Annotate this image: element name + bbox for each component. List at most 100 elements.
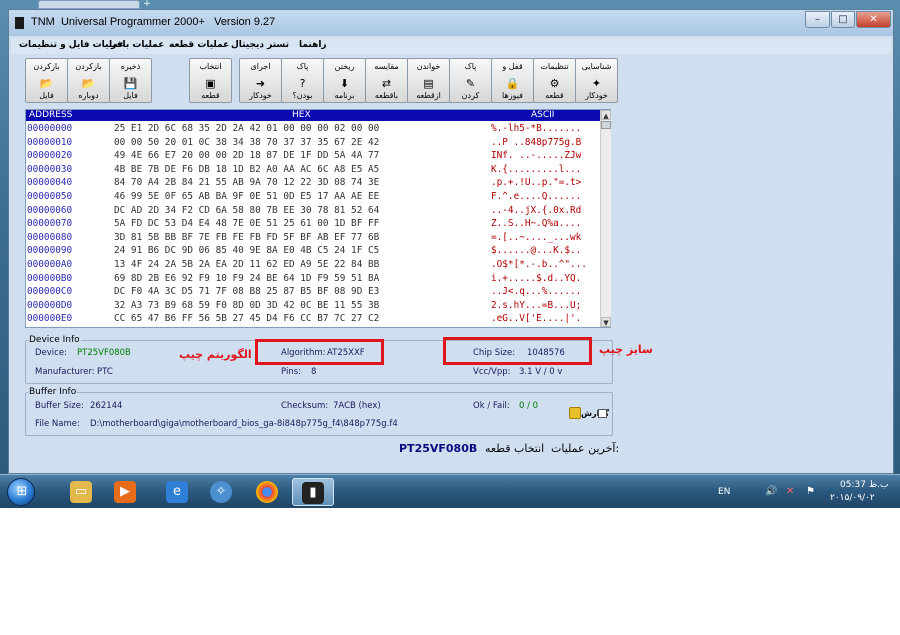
- pins-value: 8: [311, 367, 317, 377]
- ascii-text[interactable]: .p.+.!U..p."=.t>: [491, 177, 599, 189]
- hex-bytes[interactable]: 4B BE 7B DE F6 DB 18 1D B2 A0 AA AC 6C A…: [114, 164, 379, 176]
- algorithm-annotation: الگوریتم چیپ: [179, 348, 252, 361]
- ascii-text[interactable]: Z..S..H~.Q%a....: [491, 218, 599, 230]
- erase-button[interactable]: پاک ✎ کردن: [449, 58, 492, 103]
- ascii-text[interactable]: i.+.....$.d..YQ.: [491, 273, 599, 285]
- ascii-text[interactable]: K.{.........l...: [491, 164, 599, 176]
- hex-bytes[interactable]: DC F0 4A 3C D5 71 7F 08 B8 25 87 B5 BF 0…: [114, 286, 379, 298]
- hex-bytes[interactable]: 5A FD DC 53 D4 E4 48 7E 0E 51 25 61 00 1…: [114, 218, 379, 230]
- hex-bytes[interactable]: 46 99 5E 0F 65 AB BA 9F 0E 51 0D E5 17 A…: [114, 191, 379, 203]
- hex-row[interactable]: 000000C0 DC F0 4A 3C D5 71 7F 08 B8 25 87…: [26, 286, 600, 298]
- ascii-text[interactable]: ..-4..jX.{.0x.Rd: [491, 205, 599, 217]
- chip-settings-button[interactable]: تنظیمات ⚙ قطعه: [533, 58, 576, 103]
- menu-file-settings[interactable]: عملیات فایل و تنظیمات: [19, 40, 125, 50]
- hex-row[interactable]: 000000D0 32 A3 73 B9 68 59 F0 8D 0D 3D 42…: [26, 300, 600, 312]
- hex-bytes[interactable]: 49 4E 66 E7 20 00 00 2D 18 87 DE 1F DD 5…: [114, 150, 379, 162]
- program-button[interactable]: ریختن ⬇ برنامه: [323, 58, 366, 103]
- hex-row[interactable]: 00000090 24 91 B6 DC 9D 06 85 40 9E 8A E0…: [26, 245, 600, 257]
- minimize-button[interactable]: –: [805, 11, 830, 28]
- clock-time[interactable]: 05:37 ب.ظ: [840, 480, 888, 490]
- hex-row[interactable]: 000000E0 CC 65 47 B6 FF 56 5B 27 45 D4 F6…: [26, 313, 600, 325]
- auto-run-button[interactable]: اجرای ➜ خودکار: [239, 58, 282, 103]
- compare-button[interactable]: مقایسه ⇄ باقطعه: [365, 58, 408, 103]
- safari-icon[interactable]: ✧: [200, 478, 242, 506]
- auto-detect-button[interactable]: شناسایی ✦ خودکار: [575, 58, 618, 103]
- menu-digital-tester[interactable]: تستر دیجیتال: [231, 40, 289, 50]
- start-button[interactable]: ⊞: [7, 478, 35, 506]
- hex-row[interactable]: 000000A0 13 4F 24 2A 5B 2A EA 2D 11 62 ED…: [26, 259, 600, 271]
- scroll-down-arrow[interactable]: ▼: [601, 317, 611, 327]
- hex-bytes[interactable]: 13 4F 24 2A 5B 2A EA 2D 11 62 ED A9 5E 2…: [114, 259, 379, 271]
- windows-explorer-icon[interactable]: ▭: [60, 478, 102, 506]
- read-chip-button[interactable]: خواندن ▤ ازقطعه: [407, 58, 450, 103]
- hex-row[interactable]: 00000050 46 99 5E 0F 65 AB BA 9F 0E 51 0D…: [26, 191, 600, 203]
- hex-bytes[interactable]: 84 70 A4 2B 84 21 55 AB 9A 70 12 22 3D 0…: [114, 177, 379, 189]
- ascii-text[interactable]: ..J<.q...%......: [491, 286, 599, 298]
- language-indicator[interactable]: EN: [718, 487, 730, 497]
- hex-bytes[interactable]: 00 00 50 20 01 0C 38 34 38 70 37 37 35 6…: [114, 137, 379, 149]
- volume-icon[interactable]: 🔊: [765, 486, 777, 497]
- scroll-thumb[interactable]: [601, 121, 611, 129]
- select-chip-button[interactable]: انتخاب ▣ قطعه: [189, 58, 232, 103]
- filename-label: File Name:: [35, 419, 80, 429]
- clock-date[interactable]: ۲۰۱۵/۰۹/۰۲: [830, 493, 875, 503]
- browser-tab[interactable]: [38, 0, 140, 9]
- maximize-button[interactable]: □: [831, 11, 855, 28]
- hex-bytes[interactable]: 69 8D 2B E6 92 F9 10 F9 24 BE 64 1D F9 5…: [114, 273, 379, 285]
- device-label: Device:: [35, 348, 67, 358]
- hex-row[interactable]: 00000020 49 4E 66 E7 20 00 00 2D 18 87 DE…: [26, 150, 600, 162]
- hex-row[interactable]: 00000010 00 00 50 20 01 0C 38 34 38 70 37…: [26, 137, 600, 149]
- hex-row[interactable]: 00000030 4B BE 7B DE F6 DB 18 1D B2 A0 AA…: [26, 164, 600, 176]
- network-icon[interactable]: ✕: [786, 486, 794, 497]
- hex-scrollbar[interactable]: ▲ ▼: [600, 110, 611, 327]
- hex-row[interactable]: 00000060 DC AD 2D 34 F2 CD 6A 58 80 7B EE…: [26, 205, 600, 217]
- menu-buffer[interactable]: عملیات بافر: [111, 40, 164, 50]
- hex-row[interactable]: 00000080 3D 81 5B BB BF 7E FB FE FB FD 5F…: [26, 232, 600, 244]
- programmer-app-icon[interactable]: ▮: [292, 478, 334, 506]
- hex-header-label: HEX: [292, 110, 311, 120]
- reload-button[interactable]: بازکردن 📂 دوباره: [67, 58, 110, 103]
- menu-help[interactable]: راهنما: [299, 40, 327, 50]
- blank-check-button[interactable]: پاک? بودن؟: [281, 58, 324, 103]
- toolbar-label-top: تنظیمات: [540, 62, 569, 71]
- hex-bytes[interactable]: 3D 81 5B BB BF 7E FB FE FB FD 5F BF AB E…: [114, 232, 379, 244]
- title-bar[interactable]: TNM Universal Programmer 2000+ Version 9…: [9, 10, 893, 36]
- hex-bytes[interactable]: 24 91 B6 DC 9D 06 85 40 9E 8A E0 4B C5 2…: [114, 245, 379, 257]
- menu-chip[interactable]: عملیات قطعه: [169, 40, 229, 50]
- report-control[interactable]: گزارش: [569, 403, 609, 425]
- internet-explorer-icon[interactable]: e: [156, 478, 198, 506]
- hex-row[interactable]: 00000000 25 E1 2D 6C 68 35 2D 2A 42 01 00…: [26, 123, 600, 135]
- toolbar-label-bottom: فایل: [123, 91, 138, 100]
- toolbar-label-bottom: برنامه: [334, 91, 355, 100]
- ascii-text[interactable]: =.[..~...._...wk: [491, 232, 599, 244]
- hex-editor[interactable]: ADDRESS HEX ASCII 00000000 25 E1 2D 6C 68…: [25, 109, 611, 328]
- hex-row[interactable]: 00000070 5A FD DC 53 D4 E4 48 7E 0E 51 25…: [26, 218, 600, 230]
- ascii-text[interactable]: $......@...K.$..: [491, 245, 599, 257]
- media-player-icon[interactable]: ▶: [104, 478, 146, 506]
- hex-bytes[interactable]: 25 E1 2D 6C 68 35 2D 2A 42 01 00 00 00 0…: [114, 123, 379, 135]
- save-file-button[interactable]: ذخیره 💾 فایل: [109, 58, 152, 103]
- ascii-text[interactable]: .O$*[*.-.b..^"...: [491, 259, 599, 271]
- ascii-text[interactable]: INf. ..-.....ZJw: [491, 150, 599, 162]
- hex-row[interactable]: 00000040 84 70 A4 2B 84 21 55 AB 9A 70 12…: [26, 177, 600, 189]
- reopen-file-button[interactable]: بازکردن 📂 فایل: [25, 58, 68, 103]
- close-button[interactable]: ✕: [856, 11, 891, 28]
- ascii-text[interactable]: F.^.e....Q......: [491, 191, 599, 203]
- ascii-text[interactable]: ..P ..848p775g.B: [491, 137, 599, 149]
- chrome-icon[interactable]: [246, 478, 288, 506]
- report-checkbox[interactable]: [598, 409, 607, 418]
- ascii-text[interactable]: 2.s.hY...=B...U;: [491, 300, 599, 312]
- hex-bytes[interactable]: DC AD 2D 34 F2 CD 6A 58 80 7B EE 30 78 8…: [114, 205, 379, 217]
- okfail-label: Ok / Fail:: [473, 401, 510, 411]
- ascii-header: ASCII: [531, 110, 555, 120]
- hex-bytes[interactable]: CC 65 47 B6 FF 56 5B 27 45 D4 F6 CC B7 7…: [114, 313, 379, 325]
- ascii-text[interactable]: .eG..V['E....|'.: [491, 313, 599, 325]
- flag-icon[interactable]: ⚑: [806, 486, 815, 497]
- scroll-up-arrow[interactable]: ▲: [601, 110, 611, 120]
- ascii-text[interactable]: %.-lh5-*B.......: [491, 123, 599, 135]
- lock-fuse-button[interactable]: قفل و 🔒 فیوزها: [491, 58, 534, 103]
- hex-row[interactable]: 000000B0 69 8D 2B E6 92 F9 10 F9 24 BE 64…: [26, 273, 600, 285]
- hex-bytes[interactable]: 32 A3 73 B9 68 59 F0 8D 0D 3D 42 0C BE 1…: [114, 300, 379, 312]
- hex-address: 00000010: [27, 136, 73, 148]
- new-tab-button[interactable]: +: [140, 0, 154, 9]
